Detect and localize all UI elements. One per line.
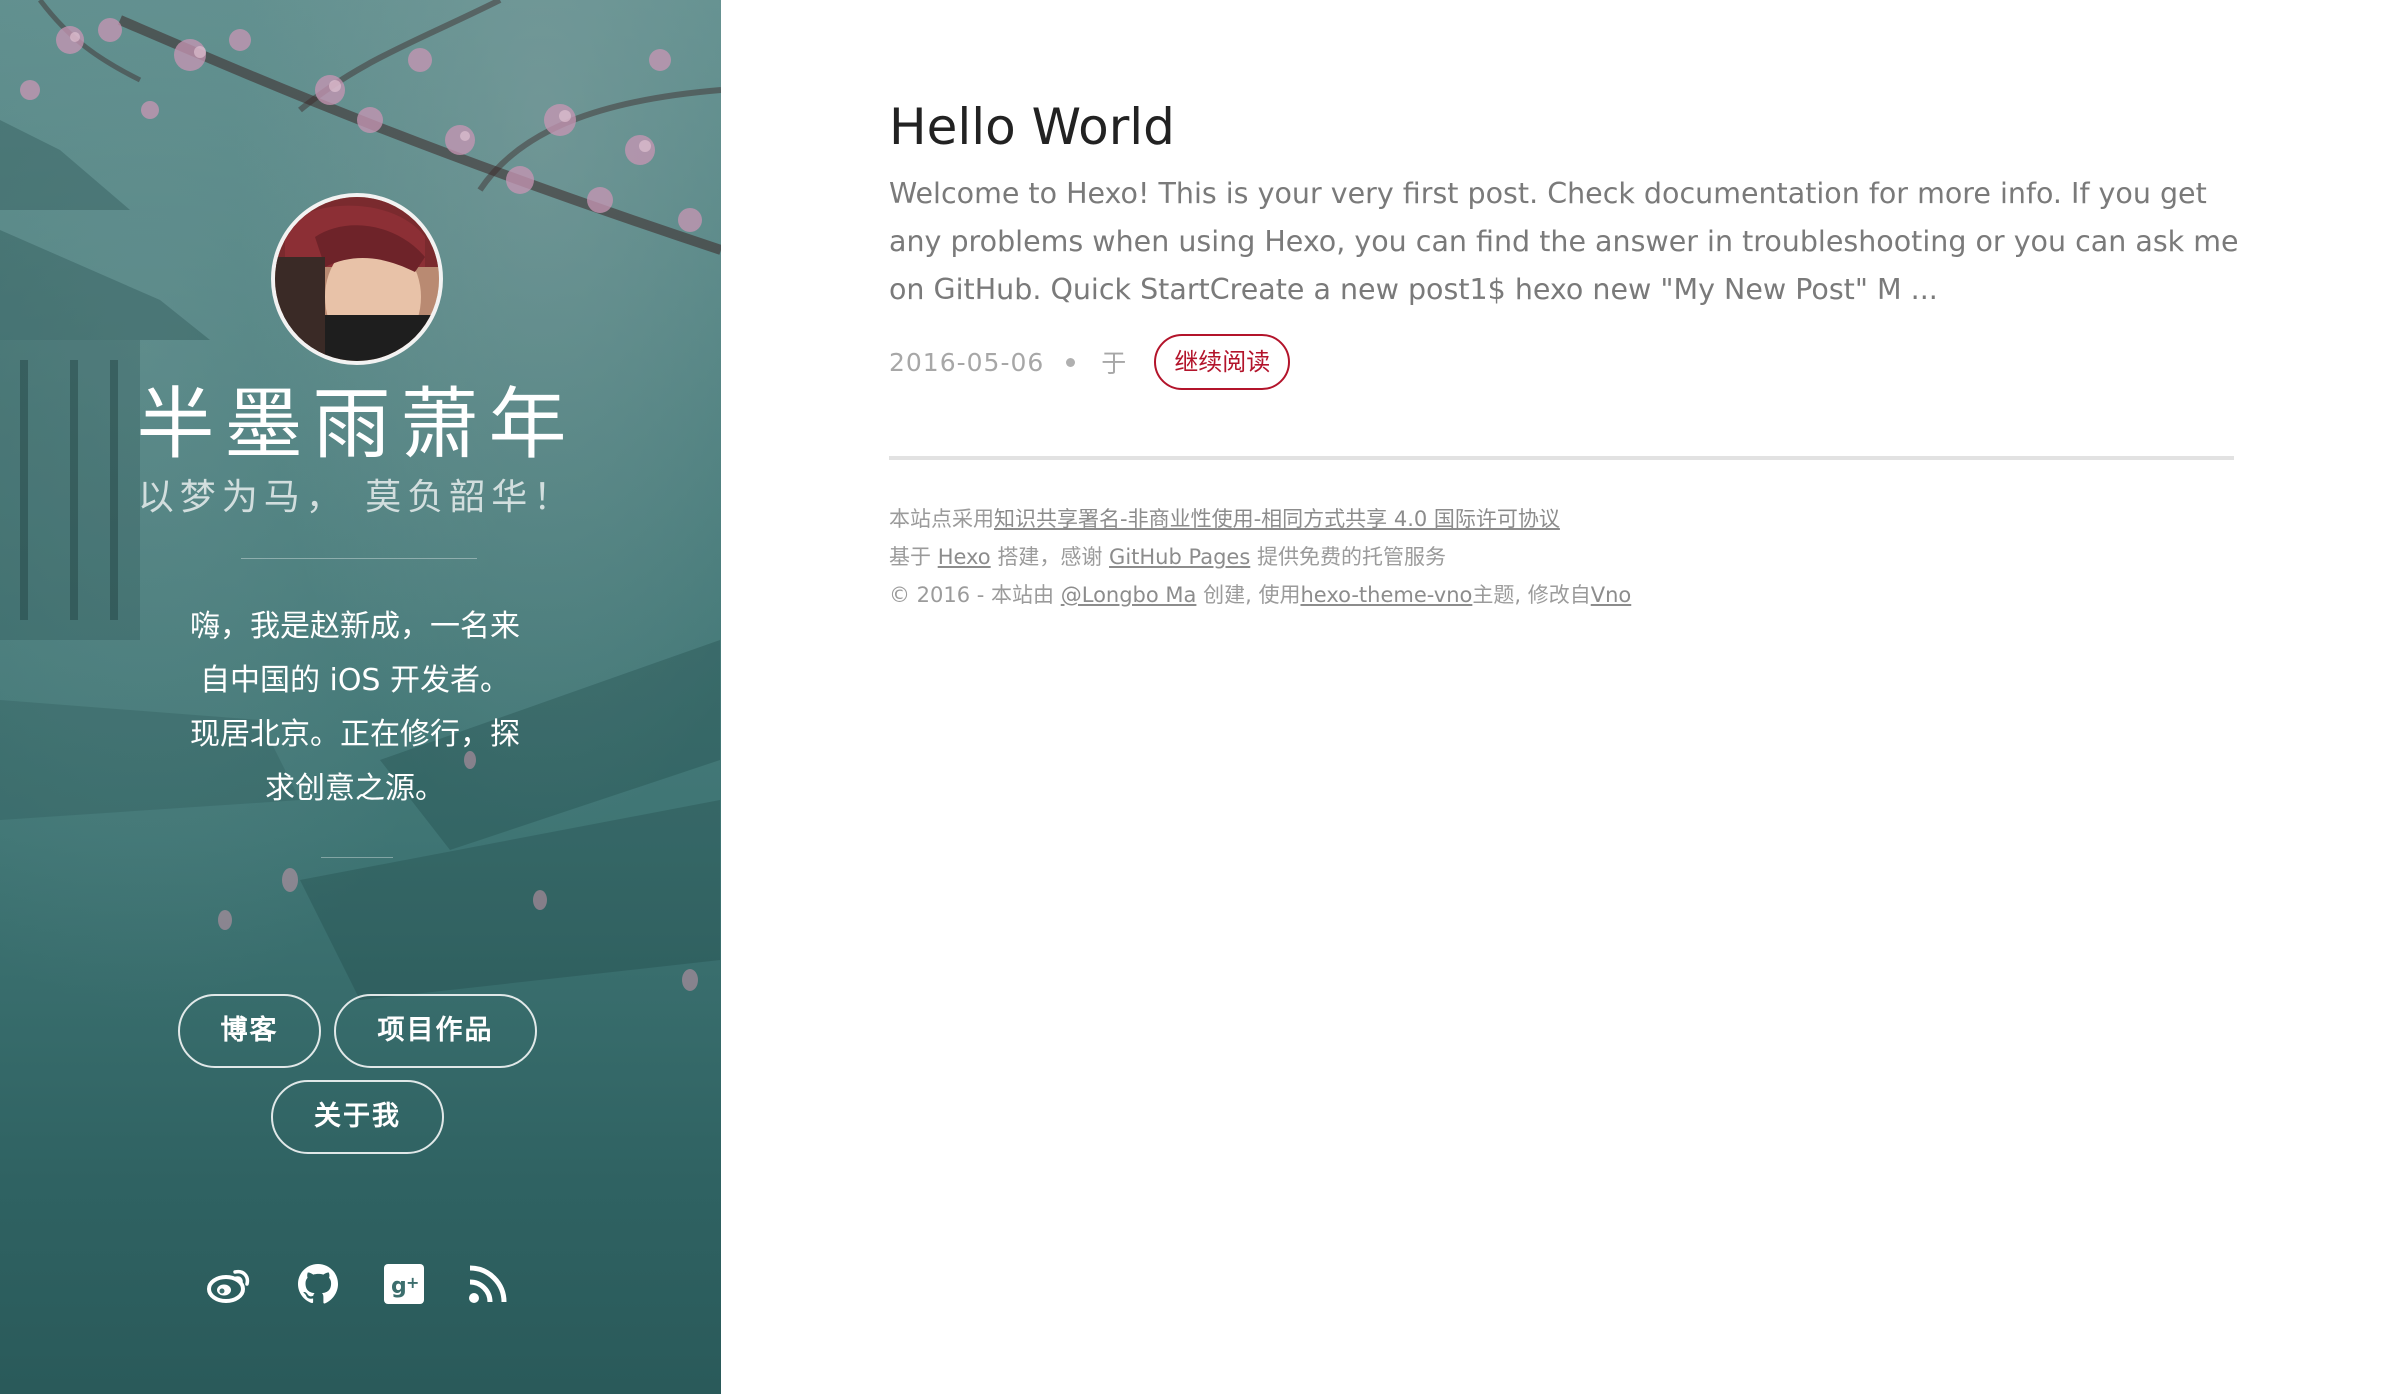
footer-copyright-line: © 2016 - 本站由 @Longbo Ma 创建, 使用hexo-theme… [889, 576, 1631, 614]
bio-line: 嗨，我是赵新成，一名来 [190, 609, 520, 644]
author-link[interactable]: @Longbo Ma [1061, 583, 1197, 607]
footer-license-line: 本站点采用知识共享署名-非商业性使用-相同方式共享 4.0 国际许可协议 [889, 500, 1631, 538]
svg-text:+: + [406, 1273, 419, 1292]
site-title: 半墨雨萧年 [136, 380, 577, 470]
post-excerpt: Welcome to Hexo! This is your very first… [889, 177, 2239, 306]
footer-text: 本站点采用 [889, 507, 994, 531]
github-icon[interactable] [294, 1260, 342, 1308]
sidebar: 半墨雨萧年 以梦为马， 莫负韶华！ 嗨，我是赵新成，一名来 自中国的 iOS 开… [0, 0, 721, 1394]
site-subtitle: 以梦为马， 莫负韶华！ [137, 477, 576, 518]
rss-icon[interactable] [464, 1260, 512, 1308]
footer-text: 提供免费的托管服务 [1256, 545, 1446, 569]
sidebar-content: 半墨雨萧年 以梦为马， 莫负韶华！ 嗨，我是赵新成，一名来 自中国的 iOS 开… [0, 0, 721, 1394]
avatar-image [275, 197, 439, 361]
bio-line: 现居北京。正在修行，探 [190, 717, 520, 752]
weibo-icon[interactable] [205, 1260, 253, 1308]
nav-projects-button[interactable]: 项目作品 [334, 994, 537, 1068]
hexo-link[interactable]: Hexo [938, 545, 991, 569]
post-meta: 2016-05-06 于 继续阅读 [889, 332, 1291, 392]
footer-text: 搭建，感谢 [997, 545, 1103, 569]
meta-separator-dot [1066, 357, 1076, 367]
read-more-button[interactable]: 继续阅读 [1154, 334, 1291, 390]
vno-link[interactable]: Vno [1591, 583, 1632, 607]
svg-text:g: g [391, 1274, 407, 1299]
content-divider [889, 456, 2234, 460]
footer-text: 创建, 使用 [1203, 583, 1301, 607]
footer-text: © 2016 - 本站由 [889, 583, 1055, 607]
post-category-label: 于 [1101, 349, 1127, 378]
footer-text: 主题, 修改自 [1472, 583, 1591, 607]
google-plus-icon[interactable]: g + [380, 1260, 428, 1308]
nav-blog-button[interactable]: 博客 [178, 994, 321, 1068]
bio-line: 自中国的 iOS 开发者。 [199, 663, 511, 698]
bio-line: 求创意之源。 [265, 771, 445, 806]
site-footer: 本站点采用知识共享署名-非商业性使用-相同方式共享 4.0 国际许可协议 基于 … [889, 500, 1631, 614]
sidebar-divider-bottom [321, 857, 393, 858]
page: 半墨雨萧年 以梦为马， 莫负韶华！ 嗨，我是赵新成，一名来 自中国的 iOS 开… [0, 0, 2386, 1394]
post-date: 2016-05-06 [889, 347, 1045, 377]
theme-link[interactable]: hexo-theme-vno [1300, 583, 1472, 607]
footer-text: 基于 [889, 545, 931, 569]
sidebar-divider-top [241, 558, 477, 559]
github-pages-link[interactable]: GitHub Pages [1109, 545, 1250, 569]
nav-about-button[interactable]: 关于我 [271, 1080, 444, 1154]
avatar[interactable] [271, 193, 443, 365]
license-link[interactable]: 知识共享署名-非商业性使用-相同方式共享 4.0 国际许可协议 [994, 507, 1560, 531]
main-content: Hello World Welcome to Hexo! This is you… [721, 0, 2386, 1394]
post-title[interactable]: Hello World [889, 92, 1175, 162]
footer-powered-line: 基于 Hexo 搭建，感谢 GitHub Pages 提供免费的托管服务 [889, 538, 1631, 576]
author-bio: 嗨，我是赵新成，一名来 自中国的 iOS 开发者。 现居北京。正在修行，探 求创… [170, 600, 540, 816]
